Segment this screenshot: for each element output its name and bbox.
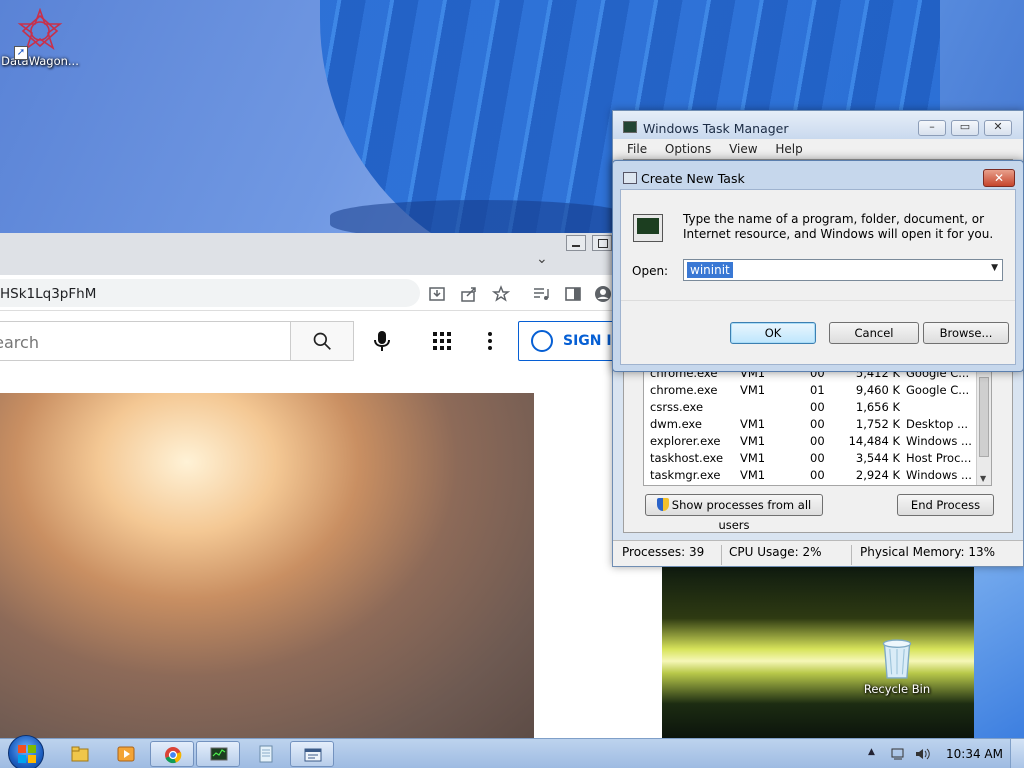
dialog-description: Type the name of a program, folder, docu… xyxy=(683,212,994,241)
profile-avatar-icon[interactable] xyxy=(594,285,612,303)
end-process-button[interactable]: End Process xyxy=(897,494,994,516)
taskbar-run-dialog-button[interactable] xyxy=(290,741,334,767)
browse-label: Browse... xyxy=(939,326,993,340)
task-manager-titlebar[interactable]: Windows Task Manager – ▭ ✕ xyxy=(613,111,1023,139)
volume-icon[interactable] xyxy=(914,747,930,761)
taskbar-chrome-button[interactable] xyxy=(150,741,194,767)
windows-logo-icon xyxy=(18,745,36,763)
desktop-icon-recycle-bin[interactable]: Recycle Bin xyxy=(857,636,937,696)
voice-search-icon[interactable] xyxy=(370,329,394,353)
menu-options[interactable]: Options xyxy=(665,142,711,156)
video-player[interactable] xyxy=(0,393,534,738)
desktop-icon-label: Recycle Bin xyxy=(863,682,931,696)
chrome-window: ⌄ HSk1Lq3pFhM Search xyxy=(0,233,662,738)
table-row[interactable]: csrss.exe 00 1,656 K xyxy=(644,399,978,416)
search-icon xyxy=(313,332,331,350)
desktop-icon-label: DataWagon... xyxy=(1,54,79,68)
explorer-icon xyxy=(71,746,89,762)
status-processes: Processes: 39 xyxy=(622,545,705,559)
dialog-separator xyxy=(621,300,1015,301)
open-label: Open: xyxy=(632,264,669,278)
task-manager-maximize-button[interactable]: ▭ xyxy=(951,120,979,136)
menu-file[interactable]: File xyxy=(627,142,647,156)
media-player-icon xyxy=(117,746,135,762)
desktop-icon-datawagon[interactable]: ➚ DataWagon... xyxy=(0,8,80,68)
dialog-close-button[interactable]: ✕ xyxy=(983,169,1015,187)
taskbar-task-manager-button[interactable] xyxy=(196,741,240,767)
show-all-processes-button[interactable]: Show processes from all users xyxy=(645,494,823,532)
combobox-dropdown-arrow-icon[interactable]: ▼ xyxy=(991,263,998,273)
chrome-minimize-button[interactable] xyxy=(566,235,586,251)
taskbar-explorer-button[interactable] xyxy=(58,741,102,767)
start-button[interactable] xyxy=(8,735,44,768)
taskbar-notepad-button[interactable] xyxy=(244,741,288,767)
task-manager-statusbar: Processes: 39 CPU Usage: 2% Physical Mem… xyxy=(613,540,1023,566)
more-vert-icon[interactable] xyxy=(482,329,498,353)
taskbar-media-player-button[interactable] xyxy=(104,741,148,767)
dialog-body: Type the name of a program, folder, docu… xyxy=(620,189,1016,365)
chrome-maximize-button[interactable] xyxy=(592,235,612,251)
table-row[interactable]: taskhost.exe VM1 00 3,544 K Host Proc... xyxy=(644,450,978,467)
youtube-masthead: Search SIGN IN xyxy=(0,311,662,393)
shortcut-arrow-icon: ➚ xyxy=(14,46,28,60)
menu-help[interactable]: Help xyxy=(775,142,802,156)
run-program-icon xyxy=(633,214,663,242)
install-app-icon[interactable] xyxy=(428,285,446,303)
table-row[interactable]: chrome.exe VM1 01 9,460 K Google C... xyxy=(644,382,978,399)
table-row[interactable]: explorer.exe VM1 00 14,484 K Windows ... xyxy=(644,433,978,450)
browse-button[interactable]: Browse... xyxy=(923,322,1009,344)
scrollbar-thumb[interactable] xyxy=(979,377,989,457)
show-hidden-icons-arrow-icon[interactable]: ▲ xyxy=(868,747,875,757)
task-manager-menubar: File Options View Help xyxy=(613,139,1023,159)
share-icon[interactable] xyxy=(460,285,478,303)
menu-view[interactable]: View xyxy=(729,142,757,156)
notepad-icon xyxy=(259,745,273,763)
chrome-toolbar: HSk1Lq3pFhM xyxy=(0,275,662,311)
run-dialog-icon xyxy=(304,748,322,762)
ok-button[interactable]: OK xyxy=(730,322,816,344)
taskbar: ▲ 10:34 AM xyxy=(0,735,1024,768)
dialog-title: Create New Task xyxy=(641,171,745,186)
open-combobox-value[interactable]: wininit xyxy=(687,262,733,278)
media-controls-icon[interactable] xyxy=(532,285,550,303)
cancel-label: Cancel xyxy=(854,326,894,340)
address-bar-url[interactable]: HSk1Lq3pFhM xyxy=(0,286,96,302)
action-center-flag-icon[interactable] xyxy=(890,747,906,761)
process-list-scrollbar[interactable]: ▼ xyxy=(976,369,991,485)
status-physical-memory: Physical Memory: 13% xyxy=(860,545,996,559)
taskmgr-icon xyxy=(210,747,228,761)
cancel-button[interactable]: Cancel xyxy=(829,322,919,344)
table-row[interactable]: dwm.exe VM1 00 1,752 K Desktop ... xyxy=(644,416,978,433)
chrome-tab-strip: ⌄ xyxy=(0,233,662,275)
youtube-search-button[interactable] xyxy=(290,321,354,361)
uac-shield-icon xyxy=(656,498,669,511)
process-list[interactable]: chrome.exe VM1 00 5,412 K Google C... ch… xyxy=(643,368,992,486)
create-new-task-dialog: Create New Task ✕ Type the name of a pro… xyxy=(612,160,1024,372)
show-desktop-button[interactable] xyxy=(1010,739,1024,768)
account-icon xyxy=(531,330,553,352)
youtube-search-placeholder: Search xyxy=(0,333,39,352)
bookmark-star-icon[interactable] xyxy=(492,285,510,303)
table-row[interactable]: taskmgr.exe VM1 00 2,924 K Windows ... xyxy=(644,467,978,484)
task-manager-title: Windows Task Manager xyxy=(643,121,789,136)
apps-grid-icon[interactable] xyxy=(432,331,452,351)
recycle-bin-icon xyxy=(882,639,912,679)
task-manager-close-button[interactable]: ✕ xyxy=(984,120,1012,136)
system-clock[interactable]: 10:34 AM xyxy=(946,747,1003,761)
task-manager-minimize-button[interactable]: – xyxy=(918,120,946,136)
youtube-search-input[interactable] xyxy=(0,321,292,361)
tab-search-chevron-icon[interactable]: ⌄ xyxy=(536,251,548,267)
open-combobox[interactable]: wininit ▼ xyxy=(683,259,1003,281)
chrome-icon xyxy=(165,747,182,764)
end-process-label: End Process xyxy=(910,498,981,512)
task-manager-icon xyxy=(623,121,637,133)
run-dialog-title-icon xyxy=(623,172,637,184)
scroll-down-arrow-icon[interactable]: ▼ xyxy=(980,474,986,483)
status-cpu-usage: CPU Usage: 2% xyxy=(729,545,822,559)
ok-label: OK xyxy=(764,326,782,340)
side-panel-icon[interactable] xyxy=(564,285,582,303)
